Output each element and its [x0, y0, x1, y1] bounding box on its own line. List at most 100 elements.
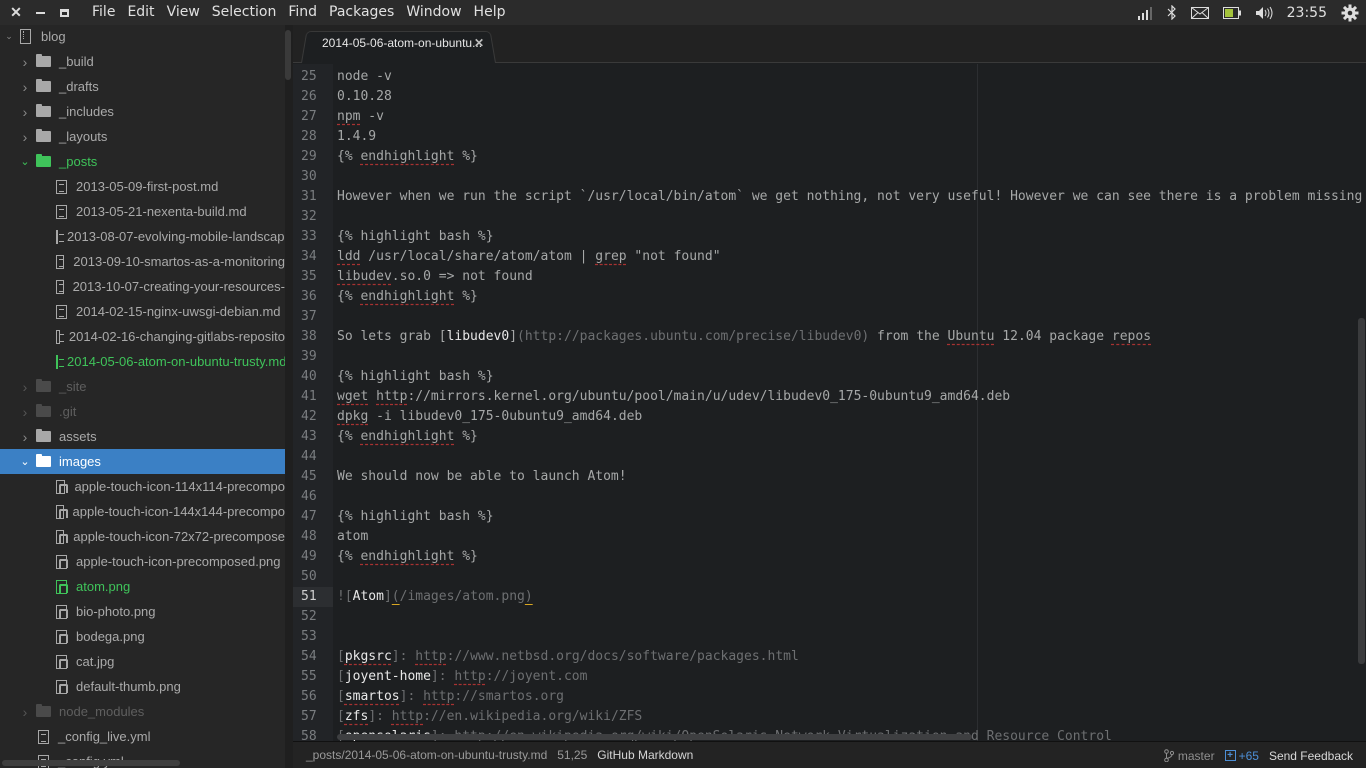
- menu-edit[interactable]: Edit: [121, 0, 160, 25]
- editor-line[interactable]: 38 So lets grab [libudev0](http://package…: [293, 327, 1366, 347]
- tree-file[interactable]: _config_live.yml: [0, 724, 285, 749]
- chevron-right-icon[interactable]: ›: [20, 404, 30, 420]
- status-cursor-position[interactable]: 51,25: [557, 748, 587, 762]
- editor-line[interactable]: 33 {% highlight bash %}: [293, 227, 1366, 247]
- tree-file[interactable]: 2013-05-21-nexenta-build.md: [0, 199, 285, 224]
- menu-help[interactable]: Help: [468, 0, 512, 25]
- minimize-window-button[interactable]: [28, 0, 52, 25]
- editor-line[interactable]: 50: [293, 567, 1366, 587]
- menu-file[interactable]: File: [86, 0, 121, 25]
- tree-folder[interactable]: › _layouts: [0, 124, 285, 149]
- tree-file[interactable]: 2013-09-10-smartos-as-a-monitoring: [0, 249, 285, 274]
- editor-line[interactable]: 55 [joyent-home]: http://joyent.com: [293, 667, 1366, 687]
- status-git-diff[interactable]: + +65: [1224, 749, 1259, 763]
- tree-file[interactable]: apple-touch-icon-114x114-precompo: [0, 474, 285, 499]
- tree-file[interactable]: atom.png: [0, 574, 285, 599]
- editor-line[interactable]: 44: [293, 447, 1366, 467]
- tree-folder[interactable]: › _drafts: [0, 74, 285, 99]
- editor-line[interactable]: 25 node -v: [293, 67, 1366, 87]
- editor-vertical-scrollbar[interactable]: [1358, 318, 1365, 664]
- menu-find[interactable]: Find: [282, 0, 323, 25]
- editor-line[interactable]: 40 {% highlight bash %}: [293, 367, 1366, 387]
- status-file-path[interactable]: _posts/2014-05-06-atom-on-ubuntu-trusty.…: [306, 748, 547, 762]
- tree-file[interactable]: 2013-10-07-creating-your-resources-: [0, 274, 285, 299]
- tab-label[interactable]: 2014-05-06-atom-on-ubuntu...: [322, 36, 482, 50]
- editor-line[interactable]: 43 {% endhighlight %}: [293, 427, 1366, 447]
- editor-line[interactable]: 30: [293, 167, 1366, 187]
- tree-folder[interactable]: › _build: [0, 49, 285, 74]
- maximize-window-button[interactable]: [52, 0, 76, 25]
- battery-icon[interactable]: [1222, 6, 1241, 19]
- editor-line[interactable]: 27 npm -v: [293, 107, 1366, 127]
- clock[interactable]: 23:55: [1287, 5, 1327, 21]
- editor-line[interactable]: 51 ![Atom](/images/atom.png): [293, 587, 1366, 607]
- tree-file[interactable]: 2014-05-06-atom-on-ubuntu-trusty.md: [0, 349, 285, 374]
- tree-file[interactable]: 2013-08-07-evolving-mobile-landscape: [0, 224, 285, 249]
- status-grammar[interactable]: GitHub Markdown: [597, 748, 693, 762]
- menu-selection[interactable]: Selection: [206, 0, 283, 25]
- menu-window[interactable]: Window: [400, 0, 467, 25]
- tree-file[interactable]: bio-photo.png: [0, 599, 285, 624]
- editor-line[interactable]: 35 libudev.so.0 => not found: [293, 267, 1366, 287]
- editor-line[interactable]: 41 wget http://mirrors.kernel.org/ubuntu/…: [293, 387, 1366, 407]
- editor-line[interactable]: 46: [293, 487, 1366, 507]
- tree-file[interactable]: 2013-05-09-first-post.md: [0, 174, 285, 199]
- editor-line[interactable]: 37: [293, 307, 1366, 327]
- tree-root-blog[interactable]: ⌄ blog: [0, 25, 285, 49]
- editor-line[interactable]: 47 {% highlight bash %}: [293, 507, 1366, 527]
- chevron-right-icon[interactable]: ›: [20, 79, 30, 95]
- chevron-right-icon[interactable]: ›: [20, 54, 30, 70]
- volume-icon[interactable]: [1255, 6, 1273, 20]
- tab-close-icon[interactable]: ✕: [474, 36, 484, 50]
- tree-file[interactable]: apple-touch-icon-precomposed.png: [0, 549, 285, 574]
- status-git-branch[interactable]: master: [1164, 749, 1215, 763]
- mail-icon[interactable]: [1190, 6, 1209, 19]
- editor-line[interactable]: 52: [293, 607, 1366, 627]
- tree-folder[interactable]: › node_modules: [0, 699, 285, 724]
- chevron-down-icon[interactable]: ⌄: [4, 31, 14, 42]
- sidebar-resize-handle[interactable]: [285, 25, 293, 768]
- editor-line[interactable]: 34 ldd /usr/local/share/atom/atom | grep …: [293, 247, 1366, 267]
- chevron-down-icon[interactable]: ⌄: [20, 455, 30, 468]
- chevron-right-icon[interactable]: ›: [20, 104, 30, 120]
- editor-horizontal-scrollbar[interactable]: [337, 734, 972, 740]
- tree-file[interactable]: cat.jpg: [0, 649, 285, 674]
- tree-file[interactable]: apple-touch-icon-144x144-precompo: [0, 499, 285, 524]
- gear-icon[interactable]: [1341, 4, 1359, 22]
- editor-line[interactable]: 28 1.4.9: [293, 127, 1366, 147]
- editor-line[interactable]: 49 {% endhighlight %}: [293, 547, 1366, 567]
- editor-line[interactable]: 29 {% endhighlight %}: [293, 147, 1366, 167]
- tree-file[interactable]: 2014-02-15-nginx-uwsgi-debian.md: [0, 299, 285, 324]
- signal-icon[interactable]: [1137, 6, 1153, 20]
- menu-packages[interactable]: Packages: [323, 0, 400, 25]
- editor-line[interactable]: 54 [pkgsrc]: http://www.netbsd.org/docs/s…: [293, 647, 1366, 667]
- sidebar-vertical-scrollbar[interactable]: [285, 30, 291, 80]
- tree-folder[interactable]: ⌄ _posts: [0, 149, 285, 174]
- chevron-right-icon[interactable]: ›: [20, 704, 30, 720]
- editor-line[interactable]: 32: [293, 207, 1366, 227]
- editor-line[interactable]: 39: [293, 347, 1366, 367]
- tree-folder[interactable]: › _site: [0, 374, 285, 399]
- editor-line[interactable]: 45 We should now be able to launch Atom!: [293, 467, 1366, 487]
- menu-view[interactable]: View: [161, 0, 206, 25]
- tree-folder[interactable]: › assets: [0, 424, 285, 449]
- close-window-button[interactable]: ✕: [4, 0, 28, 25]
- editor-line[interactable]: 42 dpkg -i libudev0_175-0ubuntu9_amd64.de…: [293, 407, 1366, 427]
- tree-folder[interactable]: ⌄ images: [0, 449, 285, 474]
- tree-file[interactable]: 2014-02-16-changing-gitlabs-reposito: [0, 324, 285, 349]
- sidebar-horizontal-scrollbar[interactable]: [2, 760, 180, 766]
- editor[interactable]: 25 node -v 26 0.10.28 27 npm -v 28 1.4.9 29 {% en…: [293, 64, 1366, 741]
- editor-line[interactable]: 53: [293, 627, 1366, 647]
- chevron-right-icon[interactable]: ›: [20, 429, 30, 445]
- chevron-right-icon[interactable]: ›: [20, 379, 30, 395]
- editor-line[interactable]: 56 [smartos]: http://smartos.org: [293, 687, 1366, 707]
- tree-file[interactable]: default-thumb.png: [0, 674, 285, 699]
- send-feedback-button[interactable]: Send Feedback: [1269, 749, 1353, 763]
- editor-line[interactable]: 31 However when we run the script `/usr/l…: [293, 187, 1366, 207]
- editor-line[interactable]: 57 [zfs]: http://en.wikipedia.org/wiki/ZF…: [293, 707, 1366, 727]
- chevron-down-icon[interactable]: ⌄: [20, 155, 30, 168]
- chevron-right-icon[interactable]: ›: [20, 129, 30, 145]
- tree-folder[interactable]: › _includes: [0, 99, 285, 124]
- editor-line[interactable]: 26 0.10.28: [293, 87, 1366, 107]
- tree-folder[interactable]: › .git: [0, 399, 285, 424]
